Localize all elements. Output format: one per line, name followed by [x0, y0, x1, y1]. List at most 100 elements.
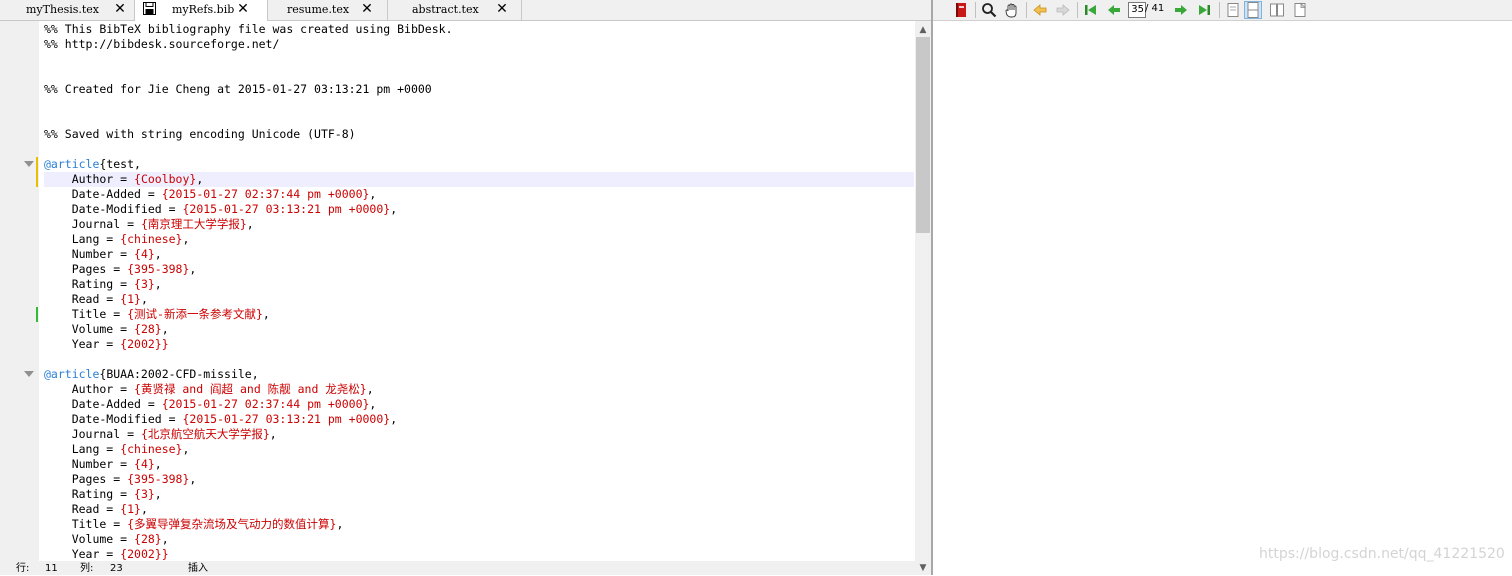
code-text: Journal =: [44, 427, 141, 441]
code-line[interactable]: @article{BUAA:2002-CFD-missile,: [44, 367, 259, 382]
field-value: {2015-01-27 02:37:44 pm +0000}: [161, 397, 370, 411]
code-line[interactable]: Read = {1},: [44, 502, 148, 517]
history-forward-icon[interactable]: [1055, 2, 1071, 18]
code-text: {test,: [99, 157, 141, 171]
code-editor[interactable]: %% This BibTeX bibliography file was cre…: [44, 21, 914, 561]
code-line[interactable]: Number = {4},: [44, 457, 162, 472]
hand-icon[interactable]: [1004, 2, 1020, 18]
vertical-scrollbar[interactable]: ▲ ▼: [915, 21, 931, 575]
code-line[interactable]: Pages = {395-398},: [44, 472, 197, 487]
single-page-icon[interactable]: [1225, 2, 1241, 18]
code-line[interactable]: Rating = {3},: [44, 487, 162, 502]
code-text: ,: [189, 262, 197, 276]
scroll-down-icon[interactable]: ▼: [918, 563, 928, 573]
fold-toggle-icon[interactable]: [24, 371, 34, 377]
page-number-input[interactable]: 35: [1128, 2, 1146, 18]
tab-abstract[interactable]: abstract.tex ✕: [388, 0, 522, 20]
code-line[interactable]: Author = {黄贤禄 and 阎超 and 陈靓 and 龙尧松},: [44, 382, 374, 397]
line-gutter[interactable]: [0, 21, 39, 561]
code-line[interactable]: %% Created for Jie Cheng at 2015-01-27 0…: [44, 82, 432, 97]
close-icon[interactable]: ✕: [359, 0, 375, 18]
last-page-icon[interactable]: [1196, 2, 1212, 18]
close-icon[interactable]: ✕: [235, 0, 251, 18]
code-text: ,: [196, 172, 204, 186]
field-value: {4}: [134, 457, 155, 471]
code-text: %% This BibTeX bibliography file was cre…: [44, 22, 453, 36]
code-text: Read =: [44, 292, 121, 306]
field-value: {黄贤禄 and 阎超 and 陈靓 and 龙尧松}: [134, 382, 367, 396]
code-line[interactable]: %% This BibTeX bibliography file was cre…: [44, 22, 453, 37]
code-line[interactable]: Date-Modified = {2015-01-27 03:13:21 pm …: [44, 412, 397, 427]
field-value: {2015-01-27 02:37:44 pm +0000}: [161, 187, 370, 201]
code-line[interactable]: @article{test,: [44, 157, 141, 172]
code-text: ,: [269, 427, 277, 441]
toolbar-separator: [1077, 2, 1078, 18]
continuous-page-icon[interactable]: [1244, 1, 1262, 19]
code-line[interactable]: Number = {4},: [44, 247, 162, 262]
bibtex-entry-type: @article: [44, 157, 100, 171]
book-icon[interactable]: [953, 2, 969, 18]
close-icon[interactable]: ✕: [494, 0, 510, 18]
scroll-up-icon[interactable]: ▲: [918, 25, 928, 35]
code-line[interactable]: Year = {2002}}: [44, 547, 169, 561]
code-line[interactable]: Volume = {28},: [44, 532, 169, 547]
tab-resume[interactable]: resume.tex ✕: [268, 0, 388, 20]
fold-toggle-icon[interactable]: [24, 161, 34, 167]
code-line[interactable]: Year = {2002}}: [44, 337, 169, 352]
continuous-facing-icon[interactable]: [1292, 2, 1308, 18]
code-line[interactable]: %% Saved with string encoding Unicode (U…: [44, 127, 356, 142]
magnifier-icon[interactable]: [981, 2, 997, 18]
field-value: {4}: [134, 247, 155, 261]
code-line[interactable]: Title = {多翼导弹复杂流场及气动力的数值计算},: [44, 517, 344, 532]
code-text: ,: [246, 217, 254, 231]
next-page-icon[interactable]: [1173, 2, 1189, 18]
code-line[interactable]: Journal = {北京航空航天大学学报},: [44, 427, 277, 442]
change-marker: [36, 157, 38, 172]
code-text: ,: [182, 442, 190, 456]
code-line[interactable]: Date-Added = {2015-01-27 02:37:44 pm +00…: [44, 187, 377, 202]
previous-page-icon[interactable]: [1106, 2, 1122, 18]
tab-myrefs[interactable]: myRefs.bib ✕: [135, 0, 268, 21]
field-value: {Coolboy}: [134, 172, 197, 186]
field-value: {2002}}: [120, 547, 169, 561]
code-text: Date-Modified =: [44, 202, 183, 216]
code-text: ,: [154, 247, 162, 261]
code-line[interactable]: Title = {测试-新添一条参考文献},: [44, 307, 270, 322]
field-value: {3}: [134, 277, 155, 291]
code-line[interactable]: Lang = {chinese},: [44, 442, 190, 457]
field-value: {chinese}: [120, 442, 183, 456]
bibtex-entry-type: @article: [44, 367, 100, 381]
code-text: Rating =: [44, 487, 135, 501]
pdf-toolbar: 35 / 41: [933, 0, 1512, 21]
code-line[interactable]: Pages = {395-398},: [44, 262, 197, 277]
watermark: https://blog.csdn.net/qq_41221520: [1259, 546, 1505, 562]
code-text: Number =: [44, 457, 135, 471]
history-back-icon[interactable]: [1032, 2, 1048, 18]
first-page-icon[interactable]: [1083, 2, 1099, 18]
code-line[interactable]: Author = {Coolboy},: [44, 172, 914, 187]
insert-mode: 插入: [188, 563, 208, 574]
code-line[interactable]: Date-Added = {2015-01-27 02:37:44 pm +00…: [44, 397, 377, 412]
field-value: {测试-新添一条参考文献}: [127, 307, 263, 321]
toolbar-separator: [1026, 2, 1027, 18]
scrollbar-thumb[interactable]: [916, 37, 930, 233]
code-line[interactable]: Read = {1},: [44, 292, 148, 307]
code-line[interactable]: Rating = {3},: [44, 277, 162, 292]
code-line[interactable]: %% http://bibdesk.sourceforge.net/: [44, 37, 279, 52]
code-text: ,: [336, 517, 344, 531]
code-line[interactable]: Journal = {南京理工大学学报},: [44, 217, 254, 232]
row-value: 11: [45, 563, 58, 574]
code-text: Year =: [44, 547, 121, 561]
code-line[interactable]: Date-Modified = {2015-01-27 03:13:21 pm …: [44, 202, 397, 217]
field-value: {chinese}: [120, 232, 183, 246]
code-text: ,: [154, 277, 162, 291]
code-line[interactable]: Lang = {chinese},: [44, 232, 190, 247]
tab-label: myRefs.bib: [172, 3, 235, 16]
toolbar-separator: [1219, 2, 1220, 18]
code-line[interactable]: Volume = {28},: [44, 322, 169, 337]
facing-pages-icon[interactable]: [1269, 2, 1285, 18]
tab-mythesis[interactable]: myThesis.tex ✕: [0, 0, 135, 20]
field-value: {395-398}: [127, 472, 190, 486]
close-icon[interactable]: ✕: [112, 0, 128, 18]
code-text: Volume =: [44, 532, 135, 546]
